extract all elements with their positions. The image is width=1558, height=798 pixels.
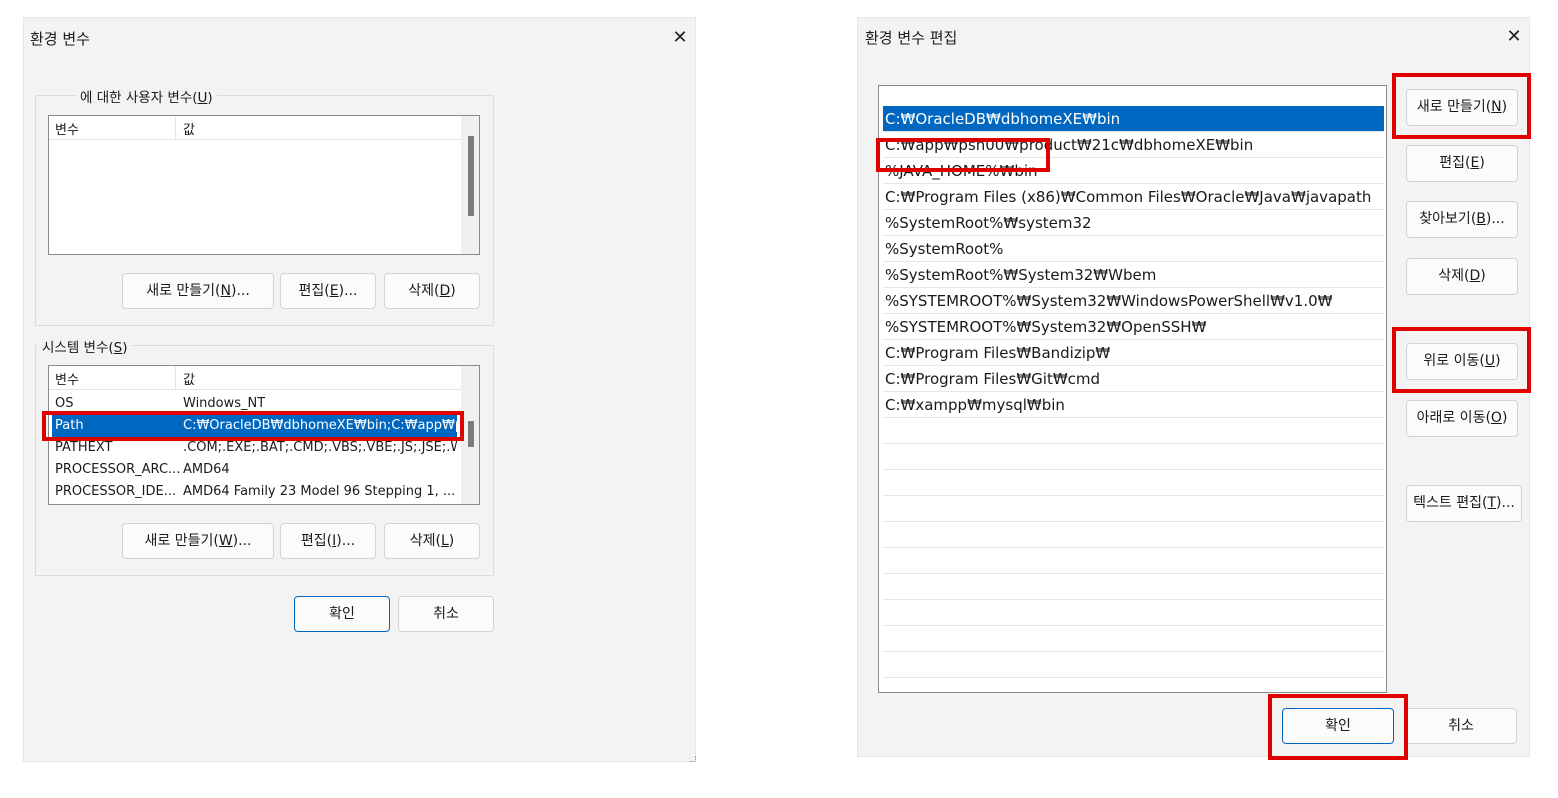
variable-name: PROCESSOR_IDE... [55, 484, 177, 499]
variable-name: PATHEXT [55, 440, 113, 455]
table-row[interactable]: PATHEXT .COM;.EXE;.BAT;.CMD;.VBS;.VBE;.J… [52, 437, 457, 459]
scrollbar-thumb[interactable] [468, 421, 474, 447]
user-variables-list[interactable]: 변수 값 [48, 115, 480, 255]
system-variables-label: 시스템 변수(S) [38, 336, 132, 356]
delete-button[interactable]: 삭제(D) [1406, 258, 1518, 295]
list-item-empty[interactable] [883, 418, 1384, 444]
path-text: %JAVA_HOME%₩bin [885, 162, 1038, 180]
column-divider[interactable] [175, 366, 176, 389]
ok-button[interactable]: 확인 [1282, 708, 1394, 744]
list-item-empty[interactable] [883, 522, 1384, 548]
edit-environment-variable-dialog: 환경 변수 편집 ✕ C:₩OracleDB₩dbhomeXE₩bin C:₩a… [857, 17, 1531, 760]
system-variables-list[interactable]: 변수 값 OS Windows_NT Path C:₩OracleDB₩dbho… [48, 365, 480, 505]
cancel-button[interactable]: 취소 [398, 596, 494, 632]
list-item[interactable]: %SystemRoot%₩system32 [883, 210, 1384, 236]
variable-value: .COM;.EXE;.BAT;.CMD;.VBS;.VBE;.JS;.JSE;.… [183, 440, 457, 455]
path-text: %SYSTEMROOT%₩System32₩WindowsPowerShell₩… [885, 292, 1333, 310]
system-edit-button[interactable]: 편집(I)... [280, 523, 376, 559]
variable-value: Windows_NT [183, 396, 266, 411]
list-item-empty[interactable] [883, 548, 1384, 574]
list-item-empty[interactable] [883, 652, 1384, 678]
ok-button[interactable]: 확인 [294, 596, 390, 632]
list-item[interactable]: %SYSTEMROOT%₩System32₩OpenSSH₩ [883, 314, 1384, 340]
list-item[interactable]: C:₩Program Files₩Git₩cmd [883, 366, 1384, 392]
move-up-button[interactable]: 위로 이동(U) [1406, 343, 1518, 380]
variable-name: Path [55, 418, 84, 433]
scrollbar-thumb[interactable] [468, 136, 474, 216]
column-header-variable[interactable]: 변수 [55, 119, 79, 138]
user-variables-label: 에 대한 사용자 변수(U) [76, 86, 217, 106]
variable-name: PROCESSOR_ARC... [55, 462, 181, 477]
list-item-selected[interactable]: C:₩OracleDB₩dbhomeXE₩bin [883, 106, 1384, 132]
move-down-button[interactable]: 아래로 이동(O) [1406, 400, 1518, 437]
list-item[interactable]: C:₩Program Files₩Bandizip₩ [883, 340, 1384, 366]
column-header-variable[interactable]: 변수 [55, 369, 79, 388]
cancel-button[interactable]: 취소 [1405, 708, 1517, 744]
list-item-empty[interactable] [883, 600, 1384, 626]
column-header-value[interactable]: 값 [183, 119, 195, 138]
vertical-scrollbar[interactable] [461, 366, 479, 504]
edit-text-button[interactable]: 텍스트 편집(T)... [1406, 485, 1522, 522]
list-item[interactable]: %JAVA_HOME%₩bin [883, 158, 1384, 184]
browse-button[interactable]: 찾아보기(B)... [1406, 201, 1518, 238]
path-text: C:₩Program Files₩Git₩cmd [885, 370, 1101, 388]
path-text: C:₩Program Files₩Bandizip₩ [885, 344, 1111, 362]
new-button[interactable]: 새로 만들기(N) [1406, 89, 1518, 126]
table-row[interactable]: PROCESSOR_ARC... AMD64 [52, 459, 457, 481]
list-item-empty[interactable] [883, 470, 1384, 496]
variable-value: AMD64 [183, 462, 230, 477]
variable-name: OS [55, 396, 74, 411]
system-new-button[interactable]: 새로 만들기(W)... [122, 523, 274, 559]
column-divider[interactable] [175, 116, 176, 139]
list-item[interactable]: %SYSTEMROOT%₩System32₩WindowsPowerShell₩… [883, 288, 1384, 314]
variable-value: AMD64 Family 23 Model 96 Stepping 1, ... [183, 484, 456, 499]
table-row[interactable]: PROCESSOR_IDE... AMD64 Family 23 Model 9… [52, 481, 457, 503]
list-item[interactable]: C:₩app₩psh00₩product₩21c₩dbhomeXE₩bin [883, 132, 1384, 158]
list-item-empty[interactable] [883, 444, 1384, 470]
environment-variables-dialog: 환경 변수 ✕ 에 대한 사용자 변수(U) 변수 값 새로 만들기(N)...… [23, 17, 696, 762]
system-delete-button[interactable]: 삭제(L) [384, 523, 480, 559]
path-text: %SystemRoot%₩System32₩Wbem [885, 266, 1157, 284]
list-header: 변수 값 [49, 366, 461, 390]
resize-grip-icon[interactable] [690, 756, 696, 762]
table-row-path-selected[interactable]: Path C:₩OracleDB₩dbhomeXE₩bin;C:₩app₩p..… [52, 415, 457, 437]
table-row[interactable]: OS Windows_NT [52, 393, 457, 415]
user-new-button[interactable]: 새로 만들기(N)... [122, 273, 274, 309]
path-text: %SystemRoot%₩system32 [885, 214, 1092, 232]
dialog-title: 환경 변수 편집 [865, 29, 958, 47]
dialog-title: 환경 변수 [30, 30, 90, 48]
list-item-empty[interactable] [883, 626, 1384, 652]
column-header-value[interactable]: 값 [183, 369, 195, 388]
path-text: %SystemRoot% [885, 240, 1004, 258]
vertical-scrollbar[interactable] [461, 116, 479, 254]
list-item-empty[interactable] [883, 574, 1384, 600]
list-item[interactable]: %SystemRoot%₩System32₩Wbem [883, 262, 1384, 288]
list-item[interactable]: C:₩xampp₩mysql₩bin [883, 392, 1384, 418]
edit-button[interactable]: 편집(E) [1406, 145, 1518, 182]
path-text: C:₩Program Files (x86)₩Common Files₩Orac… [885, 188, 1372, 206]
user-delete-button[interactable]: 삭제(D) [384, 273, 480, 309]
path-list[interactable]: C:₩OracleDB₩dbhomeXE₩bin C:₩app₩psh00₩pr… [878, 85, 1387, 693]
path-text: C:₩app₩psh00₩product₩21c₩dbhomeXE₩bin [885, 136, 1254, 154]
list-item[interactable]: %SystemRoot% [883, 236, 1384, 262]
variable-value: C:₩OracleDB₩dbhomeXE₩bin;C:₩app₩p... [183, 418, 457, 433]
list-header: 변수 값 [49, 116, 461, 140]
close-icon[interactable]: ✕ [1503, 26, 1525, 48]
user-edit-button[interactable]: 편집(E)... [280, 273, 376, 309]
close-icon[interactable]: ✕ [669, 27, 691, 49]
path-text: C:₩xampp₩mysql₩bin [885, 396, 1065, 414]
list-item[interactable]: C:₩Program Files (x86)₩Common Files₩Orac… [883, 184, 1384, 210]
path-text: %SYSTEMROOT%₩System32₩OpenSSH₩ [885, 318, 1207, 336]
list-item-empty[interactable] [883, 496, 1384, 522]
path-text: C:₩OracleDB₩dbhomeXE₩bin [885, 110, 1121, 128]
